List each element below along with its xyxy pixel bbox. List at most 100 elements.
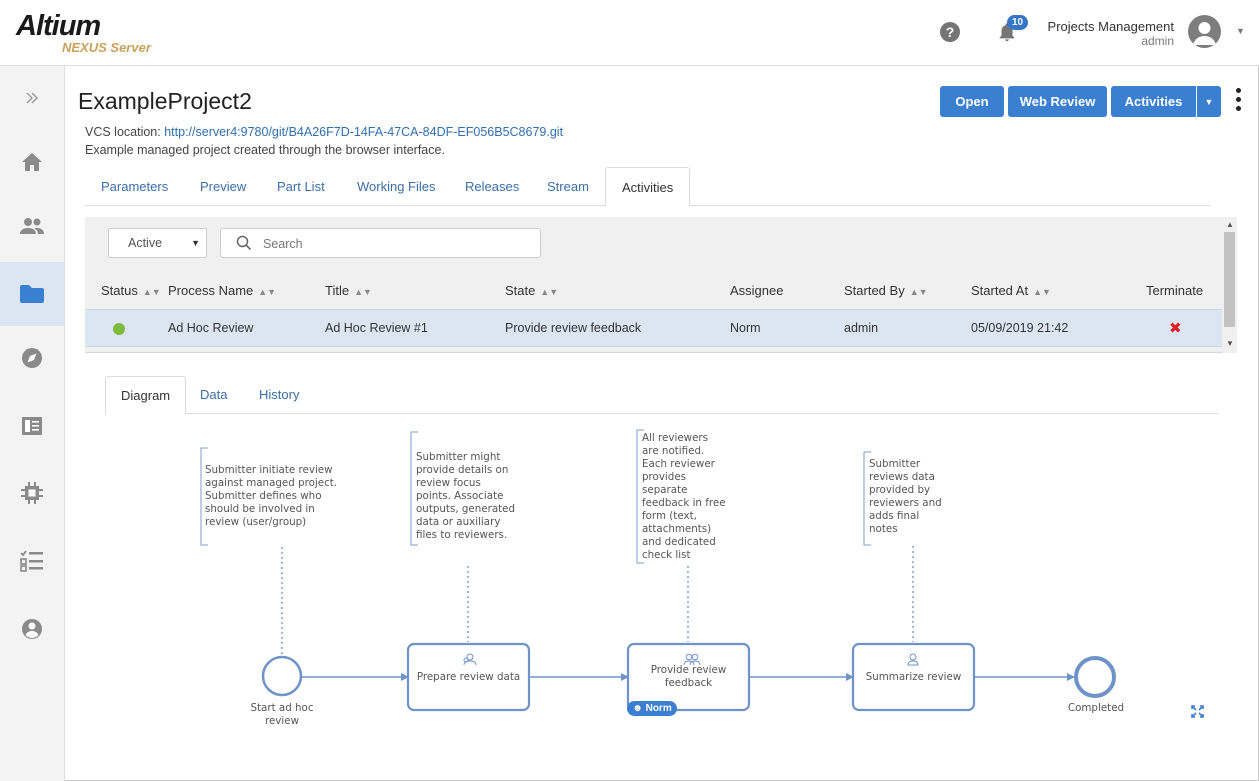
annotation-summarize: Submitter reviews data provided by revie… — [869, 458, 942, 536]
end-event-label: Completed — [1067, 702, 1125, 714]
column-header-title[interactable]: Title ▲▼ — [325, 283, 372, 298]
annotation-line: Submitter — [869, 458, 921, 470]
fullscreen-expand-icon[interactable] — [1191, 705, 1204, 718]
label-line: Start ad hoc — [250, 702, 314, 714]
scrollbar-thumb[interactable] — [1224, 232, 1235, 327]
vcs-url-link[interactable]: http://server4:9780/git/B4A26F7D-14FA-47… — [164, 125, 563, 139]
altium-logo[interactable]: Altium — [16, 10, 101, 43]
annotation-feedback: All reviewers are notified. Each reviewe… — [642, 432, 726, 562]
tab-part-list[interactable]: Part List — [261, 167, 341, 206]
assignee-badge-label: Norm — [645, 703, 672, 714]
help-icon[interactable]: ? — [940, 22, 960, 42]
sort-icon: ▲▼ — [354, 287, 372, 297]
filter-chevron-down-icon: ▼ — [191, 238, 200, 248]
web-review-button[interactable]: Web Review — [1008, 86, 1107, 117]
annotation-line: Each reviewer — [642, 458, 715, 470]
user-icon: ☻ — [632, 703, 643, 714]
tab-diagram[interactable]: Diagram — [105, 376, 187, 415]
sidebar-item-library[interactable] — [0, 394, 64, 458]
project-tabs: Parameters Preview Part List Working Fil… — [85, 167, 1210, 207]
annotation-line: All reviewers — [642, 432, 709, 444]
annotation-line: adds final — [869, 510, 920, 522]
vcs-label: VCS location: — [85, 125, 161, 139]
user-context-title[interactable]: Projects Management — [1048, 19, 1174, 34]
tab-stream[interactable]: Stream — [531, 167, 605, 206]
activities-panel: Active ▼ Status▲▼ Process Name▲▼ Title▲▼… — [85, 217, 1237, 353]
user-avatar-icon — [1193, 22, 1216, 45]
status-filter-select[interactable]: Active ▼ — [108, 228, 207, 258]
scroll-up-arrow-icon[interactable]: ▲ — [1226, 220, 1234, 229]
column-header-started-at[interactable]: Started At ▲▼ — [971, 283, 1051, 298]
task-feedback-label: Provide review feedback — [628, 664, 749, 690]
end-event[interactable] — [1074, 656, 1116, 698]
more-options-icon[interactable] — [1234, 88, 1242, 116]
activities-button[interactable]: Activities — [1111, 86, 1196, 117]
book-icon — [22, 417, 42, 435]
column-header-started-by[interactable]: Started By ▲▼ — [844, 283, 928, 298]
vcs-location: VCS location: http://server4:9780/git/B4… — [85, 125, 563, 139]
sort-icon: ▲▼ — [1033, 287, 1051, 297]
sidebar-item-home[interactable] — [0, 130, 64, 194]
status-filter-value: Active — [128, 236, 163, 250]
annotation-line: against managed project. — [205, 477, 338, 489]
annotation-line: data or auxiliary — [416, 516, 501, 528]
column-header-label: Title — [325, 283, 350, 298]
annotation-line: points. Associate — [416, 490, 504, 502]
table-row[interactable]: Ad Hoc Review Ad Hoc Review #1 Provide r… — [85, 309, 1222, 347]
annotation-line: provides — [642, 471, 687, 483]
cell-title: Ad Hoc Review #1 — [325, 321, 428, 335]
project-description: Example managed project created through … — [85, 143, 445, 157]
column-header-state[interactable]: State ▲▼ — [505, 283, 558, 298]
sidebar-item-projects[interactable] — [0, 262, 64, 326]
scroll-down-arrow-icon[interactable]: ▼ — [1226, 339, 1234, 348]
sidebar-expand[interactable] — [0, 66, 64, 130]
annotation-line: provided by — [869, 484, 931, 496]
top-header: Altium NEXUS Server ? 10 Projects Manage… — [0, 0, 1259, 66]
sidebar-item-components[interactable] — [0, 461, 64, 525]
task-prepare-label: Prepare review data — [416, 671, 521, 683]
tab-parameters[interactable]: Parameters — [85, 167, 184, 206]
user-menu-chevron-down-icon[interactable]: ▼ — [1236, 26, 1245, 36]
sidebar-item-tasks[interactable] — [0, 529, 64, 593]
cell-started-by: admin — [844, 321, 879, 335]
column-header-terminate: Terminate — [1146, 283, 1204, 298]
annotation-initiate: Submitter initiate review against manage… — [205, 464, 337, 529]
tab-activities[interactable]: Activities — [605, 167, 691, 207]
task-summarize-label: Summarize review — [865, 671, 962, 683]
assignee-badge: ☻ Norm — [627, 701, 677, 716]
sidebar — [0, 66, 65, 781]
table-scrollbar[interactable]: ▲ ▼ — [1222, 217, 1237, 353]
tab-preview[interactable]: Preview — [184, 167, 262, 206]
notification-count-badge: 10 — [1007, 15, 1028, 30]
start-event[interactable] — [261, 655, 303, 697]
tab-releases[interactable]: Releases — [449, 167, 535, 206]
column-header-process-name[interactable]: Process Name ▲▼ — [168, 283, 276, 298]
cell-process-name: Ad Hoc Review — [168, 321, 254, 335]
sidebar-item-explore[interactable] — [0, 326, 64, 390]
logo-subtitle: NEXUS Server — [62, 40, 151, 55]
search-box[interactable] — [220, 228, 541, 258]
annotation-line: form (text, — [642, 510, 697, 522]
tab-data[interactable]: Data — [185, 376, 242, 414]
cell-started-at: 05/09/2019 21:42 — [971, 321, 1069, 335]
activities-dropdown-chevron-down-icon[interactable]: ▼ — [1197, 86, 1221, 117]
avatar[interactable] — [1188, 15, 1221, 48]
sort-icon: ▲▼ — [909, 287, 928, 297]
sidebar-item-account[interactable] — [0, 597, 64, 661]
annotation-line: Submitter initiate review — [205, 464, 333, 476]
column-header-status[interactable]: Status ▲▼ — [101, 283, 161, 298]
cell-state: Provide review feedback — [505, 321, 642, 335]
annotation-line: Submitter defines who — [205, 490, 322, 502]
annotation-line: files to reviewers. — [416, 529, 508, 541]
open-button[interactable]: Open — [940, 86, 1004, 117]
annotation-line: review (user/group) — [205, 516, 307, 528]
user-name[interactable]: admin — [1141, 34, 1174, 48]
tab-history[interactable]: History — [244, 376, 314, 414]
search-input[interactable] — [263, 235, 523, 253]
sidebar-item-team[interactable] — [0, 194, 64, 258]
annotation-line: Submitter might — [416, 451, 501, 463]
terminate-close-icon[interactable]: ✖ — [1169, 319, 1182, 337]
annotation-line: separate — [642, 484, 688, 496]
status-active-dot — [113, 323, 125, 335]
tab-working-files[interactable]: Working Files — [341, 167, 452, 206]
